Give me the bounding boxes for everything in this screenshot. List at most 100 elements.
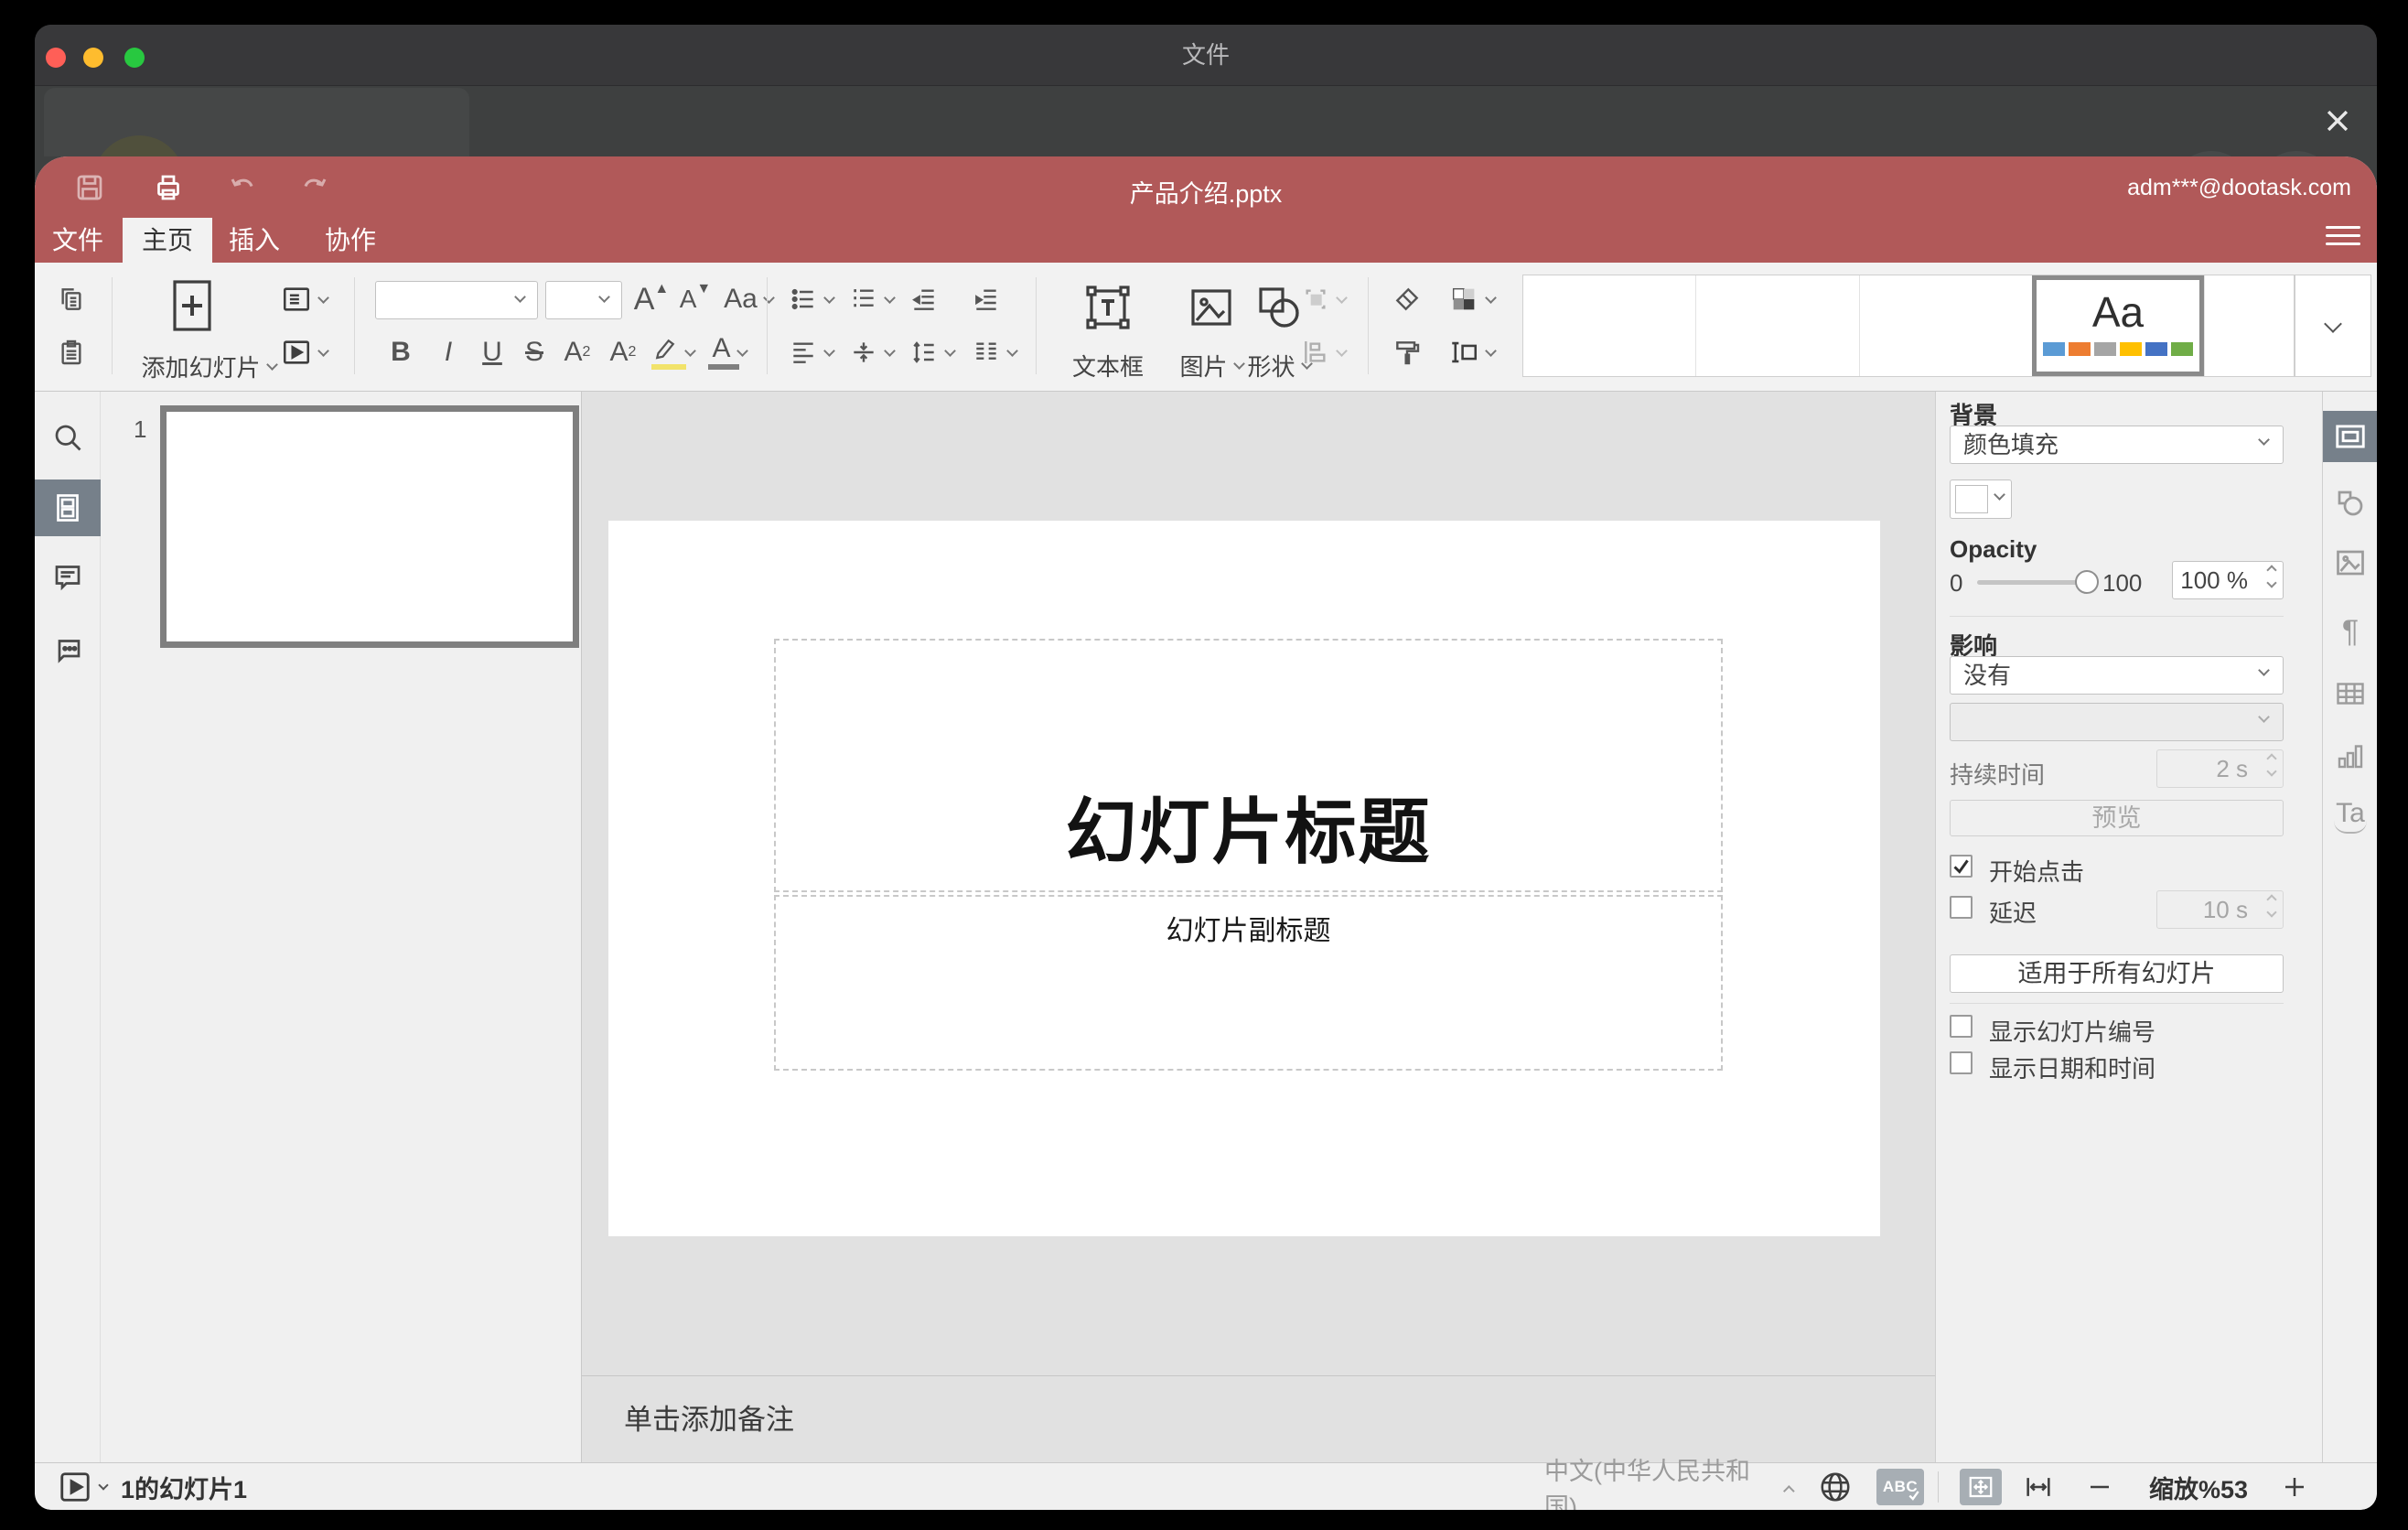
fill-color-picker[interactable]: [1950, 479, 2012, 519]
language-selector[interactable]: 中文(中华人民共和国): [1544, 1458, 1795, 1510]
title-placeholder[interactable]: 幻灯片标题: [774, 639, 1723, 892]
slides-panel-button[interactable]: [35, 479, 101, 536]
paste-button[interactable]: [51, 332, 91, 372]
subtitle-placeholder[interactable]: 幻灯片副标题: [774, 895, 1723, 1071]
decrease-font-button[interactable]: A ▼: [675, 279, 715, 319]
decrease-indent-button[interactable]: [904, 279, 944, 319]
textbox-label[interactable]: 文本框: [1058, 349, 1158, 382]
notes-area[interactable]: 单击添加备注: [582, 1375, 1935, 1462]
start-on-click-checkbox[interactable]: [1950, 855, 1973, 878]
spinner-arrows-icon[interactable]: [2266, 565, 2277, 588]
slide-size-button[interactable]: [1440, 332, 1502, 372]
horizontal-align-button[interactable]: [783, 332, 838, 372]
color-scheme-button[interactable]: [1440, 279, 1502, 319]
main-area: 1 幻灯片标题 幻灯片副标题 单击添加备注 背景 颜色填充 Opacity 0 …: [35, 392, 2377, 1462]
font-size-select[interactable]: [545, 281, 622, 319]
user-email: adm***@dootask.com: [2127, 175, 2351, 200]
start-slideshow-status-button[interactable]: [58, 1463, 109, 1510]
show-date-time-checkbox[interactable]: [1950, 1051, 1973, 1074]
right-toolbar: ¶ Ta: [2322, 392, 2377, 1462]
tab-collaboration[interactable]: 协作: [309, 218, 392, 263]
chevron-down-icon: [598, 291, 610, 303]
paste-icon: [61, 339, 81, 365]
strikethrough-button[interactable]: S: [514, 332, 554, 372]
image-icon: [1191, 289, 1231, 326]
bold-button[interactable]: B: [381, 332, 421, 372]
font-name-select[interactable]: [375, 281, 538, 319]
spinner-arrows-icon[interactable]: [2266, 753, 2277, 777]
table-settings-button[interactable]: [2330, 673, 2370, 714]
font-color-button[interactable]: A: [703, 332, 756, 372]
add-slide-label[interactable]: 添加幻灯片: [126, 350, 291, 382]
numbered-list-button[interactable]: [844, 279, 898, 319]
show-slide-number-checkbox[interactable]: [1950, 1015, 1973, 1038]
comments-button[interactable]: [46, 555, 90, 598]
fit-to-slide-button[interactable]: [1960, 1469, 2002, 1505]
effect-type-select[interactable]: [1950, 703, 2284, 741]
slide-thumbnail[interactable]: [160, 405, 579, 648]
fit-to-width-button[interactable]: [2023, 1463, 2054, 1510]
effect-select[interactable]: 没有: [1950, 656, 2284, 695]
arrange-button[interactable]: [1288, 279, 1358, 319]
highlight-color-button[interactable]: [646, 332, 699, 372]
preview-button[interactable]: 预览: [1950, 800, 2284, 836]
start-on-click-label: 开始点击: [1989, 858, 2085, 886]
opacity-value-spinner[interactable]: 100 %: [2172, 561, 2284, 599]
slide-editing-surface[interactable]: 幻灯片标题 幻灯片副标题: [608, 521, 1880, 1236]
zoom-in-button[interactable]: [2281, 1463, 2308, 1510]
opacity-slider-handle[interactable]: [2075, 570, 2099, 594]
chevron-down-icon: [883, 291, 896, 304]
tab-home[interactable]: 主页: [123, 218, 212, 263]
italic-button[interactable]: I: [428, 332, 468, 372]
hamburger-icon: [2326, 226, 2360, 229]
theme-sample-text: Aa: [2091, 288, 2145, 336]
chevron-down-icon: [2258, 711, 2270, 723]
chevron-down-icon: [762, 291, 775, 304]
search-button[interactable]: [46, 415, 90, 459]
fill-type-select[interactable]: 颜色填充: [1950, 426, 2284, 464]
textart-settings-button[interactable]: Ta: [2330, 795, 2370, 835]
tab-insert[interactable]: 插入: [213, 218, 296, 263]
copy-button[interactable]: [51, 279, 91, 319]
delay-spinner[interactable]: 10 s: [2156, 890, 2284, 929]
apply-to-all-button[interactable]: 适用于所有幻灯片: [1950, 954, 2284, 993]
increase-indent-button[interactable]: [966, 279, 1006, 319]
theme-item-selected[interactable]: Aa: [2032, 275, 2204, 376]
menu-button[interactable]: [2326, 226, 2360, 248]
columns-button[interactable]: [966, 332, 1021, 372]
underline-button[interactable]: U: [472, 332, 512, 372]
line-spacing-button[interactable]: [904, 332, 959, 372]
bullet-list-button[interactable]: [783, 279, 838, 319]
change-case-button[interactable]: Aa: [719, 279, 778, 319]
vertical-align-button[interactable]: [844, 332, 898, 372]
theme-color-swatch: [2120, 342, 2142, 356]
zoom-out-button[interactable]: [2086, 1463, 2113, 1510]
shape-settings-button[interactable]: [2330, 483, 2370, 523]
slide-layout-button[interactable]: [274, 279, 333, 319]
superscript-button[interactable]: A2: [556, 332, 598, 372]
ribbon-separator: [767, 277, 768, 374]
close-button[interactable]: [2322, 105, 2353, 136]
paragraph-settings-button[interactable]: ¶: [2330, 611, 2370, 652]
add-slide-button[interactable]: [172, 279, 212, 332]
spinner-arrows-icon[interactable]: [2266, 894, 2277, 918]
chevron-down-icon: [2258, 434, 2270, 446]
spell-check-toggle[interactable]: ABC: [1876, 1469, 1924, 1505]
tab-file[interactable]: 文件: [42, 218, 113, 263]
theme-gallery-expand-button[interactable]: [2295, 275, 2371, 377]
subscript-button[interactable]: A2: [602, 332, 644, 372]
align-shapes-button[interactable]: [1288, 332, 1358, 372]
duration-spinner[interactable]: 2 s: [2156, 749, 2284, 788]
clear-style-button[interactable]: [1385, 279, 1429, 319]
chart-settings-button[interactable]: [2330, 736, 2370, 776]
chat-button[interactable]: [46, 629, 90, 673]
delay-checkbox[interactable]: [1950, 896, 1973, 919]
start-slideshow-button[interactable]: [274, 332, 333, 372]
slide-settings-button[interactable]: [2323, 411, 2377, 462]
document-language-button[interactable]: [1818, 1463, 1853, 1510]
copy-style-button[interactable]: [1385, 332, 1429, 372]
textbox-button[interactable]: [1058, 275, 1158, 339]
image-settings-button[interactable]: [2330, 543, 2370, 583]
zoom-level[interactable]: 缩放%53: [2139, 1463, 2258, 1510]
increase-font-button[interactable]: A ▲: [631, 279, 672, 319]
